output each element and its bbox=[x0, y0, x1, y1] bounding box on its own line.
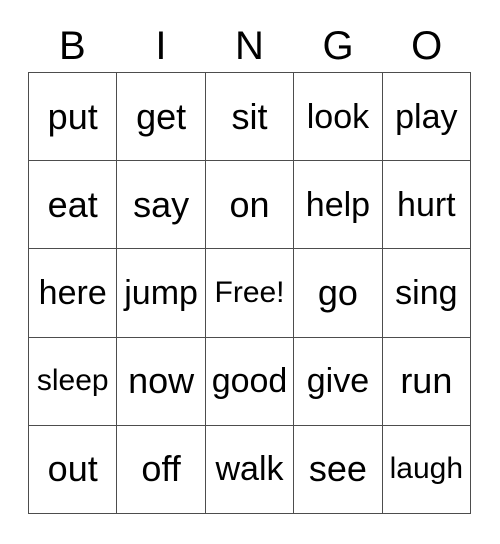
bingo-cell-g4[interactable]: give bbox=[294, 337, 383, 426]
bingo-cell-n1[interactable]: sit bbox=[205, 73, 295, 162]
free-space-label: Free! bbox=[214, 276, 285, 309]
bingo-cell-label: on bbox=[229, 183, 270, 225]
bingo-cell-label: now bbox=[128, 360, 195, 402]
bingo-cell-label: sing bbox=[395, 274, 458, 312]
bingo-row: here jump Free! go sing bbox=[29, 249, 472, 338]
bingo-cell-label: laugh bbox=[389, 452, 464, 486]
bingo-cell-b4[interactable]: sleep bbox=[29, 337, 118, 426]
bingo-cell-label: play bbox=[395, 97, 458, 136]
bingo-cell-o3[interactable]: sing bbox=[382, 249, 472, 338]
bingo-row: put get sit look play bbox=[29, 73, 472, 162]
bingo-cell-label: see bbox=[308, 448, 367, 490]
header-letter-n: N bbox=[235, 24, 264, 68]
bingo-cell-label: off bbox=[141, 448, 181, 490]
bingo-cell-o1[interactable]: play bbox=[382, 73, 472, 162]
bingo-cell-n2[interactable]: on bbox=[205, 161, 295, 250]
bingo-cell-i3[interactable]: jump bbox=[117, 249, 206, 338]
bingo-cell-b3[interactable]: here bbox=[29, 249, 118, 338]
bingo-cell-label: put bbox=[47, 95, 98, 137]
bingo-cell-label: sleep bbox=[36, 364, 109, 398]
bingo-cell-g1[interactable]: look bbox=[294, 73, 383, 162]
bingo-cell-i5[interactable]: off bbox=[117, 425, 206, 515]
bingo-cell-g5[interactable]: see bbox=[294, 425, 383, 515]
bingo-row: out off walk see laugh bbox=[29, 425, 472, 515]
bingo-cell-label: help bbox=[305, 185, 371, 224]
bingo-cell-label: out bbox=[47, 448, 98, 490]
bingo-cell-i4[interactable]: now bbox=[117, 337, 206, 426]
bingo-cell-label: sit bbox=[231, 95, 268, 137]
bingo-cell-label: walk bbox=[215, 450, 284, 489]
bingo-row: sleep now good give run bbox=[29, 337, 472, 426]
bingo-cell-label: get bbox=[136, 95, 187, 137]
bingo-cell-label: go bbox=[317, 272, 358, 313]
bingo-cell-label: eat bbox=[47, 183, 98, 225]
bingo-cell-label: hurt bbox=[397, 185, 456, 224]
header-letter-b: B bbox=[58, 24, 86, 68]
bingo-cell-o4[interactable]: run bbox=[382, 337, 472, 426]
bingo-cell-i2[interactable]: say bbox=[117, 161, 206, 250]
header-letter-g: G bbox=[322, 24, 354, 68]
bingo-cell-free-space[interactable]: Free! bbox=[205, 249, 295, 338]
bingo-cell-o2[interactable]: hurt bbox=[382, 161, 472, 250]
bingo-cell-g3[interactable]: go bbox=[294, 249, 383, 338]
bingo-cell-b2[interactable]: eat bbox=[29, 161, 118, 250]
bingo-cell-label: good bbox=[211, 362, 288, 401]
header-letter-i: I bbox=[155, 24, 167, 68]
bingo-cell-g2[interactable]: help bbox=[294, 161, 383, 250]
bingo-header: B I N G O bbox=[28, 22, 471, 70]
bingo-card: B I N G O put get sit look play eat say … bbox=[0, 0, 500, 544]
bingo-row: eat say on help hurt bbox=[29, 161, 472, 250]
bingo-cell-label: give bbox=[306, 362, 370, 401]
header-letter-o: O bbox=[411, 24, 443, 68]
bingo-cell-label: say bbox=[133, 183, 190, 225]
bingo-cell-b5[interactable]: out bbox=[29, 425, 118, 515]
bingo-cell-i1[interactable]: get bbox=[117, 73, 206, 162]
bingo-grid: put get sit look play eat say on help hu… bbox=[28, 72, 472, 515]
bingo-cell-n4[interactable]: good bbox=[205, 337, 295, 426]
bingo-cell-b1[interactable]: put bbox=[29, 73, 118, 162]
bingo-cell-label: here bbox=[38, 274, 107, 312]
bingo-cell-label: look bbox=[306, 97, 370, 136]
bingo-cell-label: run bbox=[400, 360, 453, 402]
bingo-cell-o5[interactable]: laugh bbox=[382, 425, 472, 515]
bingo-cell-n5[interactable]: walk bbox=[205, 425, 295, 515]
bingo-cell-label: jump bbox=[124, 274, 198, 312]
